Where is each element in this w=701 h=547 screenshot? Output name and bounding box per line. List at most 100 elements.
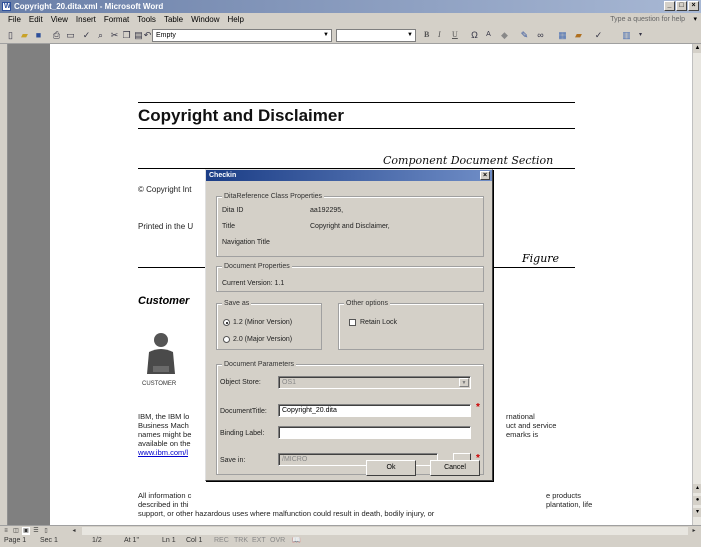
menu-tools[interactable]: Tools	[133, 13, 160, 27]
status-ovr[interactable]: OVR	[270, 535, 285, 547]
menu-window[interactable]: Window	[187, 13, 223, 27]
standard-toolbar: ▯ ▰ ■ ⎙ ▭ ✓ ⌕ ✂ ❐ ▤ ↶ Empty ▼ ▼ B I U Ω …	[0, 27, 701, 44]
print-icon[interactable]: ⎙	[50, 29, 63, 41]
outline-view-icon[interactable]: ☰	[32, 527, 40, 535]
help-search-box[interactable]: Type a question for help	[610, 13, 685, 27]
italic-button[interactable]: I	[438, 29, 441, 41]
chevron-down-icon: ▼	[323, 32, 329, 38]
figure-label: Figure	[522, 252, 560, 265]
minimize-button[interactable]: _	[664, 1, 675, 11]
select-browse-object-icon[interactable]: ●	[693, 496, 701, 505]
dita-id-label: Dita ID	[222, 207, 244, 214]
print-layout-icon[interactable]: ▣	[22, 527, 30, 535]
style-dropdown[interactable]: Empty ▼	[152, 29, 332, 42]
status-ext[interactable]: EXT	[252, 535, 266, 547]
retain-lock-label[interactable]: Retain Lock	[360, 318, 397, 327]
save-as-group: Save as 1.2 (Minor Version) 2.0 (Major V…	[216, 299, 322, 350]
binding-label-input[interactable]	[278, 426, 471, 439]
vertical-scrollbar[interactable]: ▲ ▴ ● ▾	[692, 44, 701, 525]
bold-button[interactable]: B	[424, 29, 429, 41]
major-version-radio[interactable]	[223, 336, 230, 343]
status-line: Ln 1	[162, 537, 176, 544]
dialog-close-icon[interactable]: ×	[480, 171, 490, 180]
binding-label-label: Binding Label:	[220, 430, 265, 437]
save-in-label: Save in:	[220, 457, 246, 464]
scroll-right-icon[interactable]: ▸	[690, 527, 698, 535]
document-parameters-legend: Document Parameters	[222, 360, 297, 369]
underline-button[interactable]: U	[452, 29, 458, 41]
dialog-title: Checkin	[209, 172, 237, 179]
checkin-dialog: Checkin × DitaReference Class Properties…	[205, 169, 493, 481]
status-section: Sec 1	[40, 537, 58, 544]
font-dropdown[interactable]: ▼	[336, 29, 416, 42]
menu-table[interactable]: Table	[160, 13, 187, 27]
new-document-icon[interactable]: ▯	[4, 29, 17, 41]
insert-link-icon[interactable]: ✎	[518, 29, 531, 41]
class-properties-group: DitaReference Class Properties Dita ID a…	[216, 192, 484, 257]
title-bottom-rule	[138, 128, 575, 129]
object-store-select[interactable]: OS1 ▼	[278, 376, 471, 389]
maximize-button[interactable]: □	[676, 1, 687, 11]
text-line: All information c	[138, 491, 192, 500]
highlight-icon[interactable]: ◆	[498, 29, 511, 41]
spelling-status-icon[interactable]: 📖	[292, 535, 301, 547]
normal-view-icon[interactable]: ≡	[2, 527, 10, 535]
title-top-rule	[138, 102, 575, 103]
menu-file[interactable]: File	[0, 13, 25, 27]
horizontal-scroll-track[interactable]	[82, 527, 688, 535]
spelling-icon[interactable]: ✓	[80, 29, 93, 41]
open-folder-icon[interactable]: ▰	[18, 29, 31, 41]
menu-view[interactable]: View	[47, 13, 72, 27]
reading-layout-icon[interactable]: ▯	[42, 527, 50, 535]
document-title-input[interactable]: Copyright_20.dita	[278, 404, 471, 417]
text-line: rnational	[506, 412, 535, 421]
status-rec[interactable]: REC	[214, 535, 229, 547]
columns-icon[interactable]: ▥	[620, 29, 633, 41]
status-trk[interactable]: TRK	[234, 535, 248, 547]
special-char-icon[interactable]: Ω	[468, 29, 481, 41]
retain-lock-checkbox[interactable]	[349, 319, 356, 326]
menu-insert[interactable]: Insert	[72, 13, 100, 27]
help-dropdown-icon[interactable]: ▾	[693, 13, 697, 27]
print-preview-icon[interactable]: ▭	[64, 29, 77, 41]
status-column: Col 1	[186, 537, 203, 544]
menu-help[interactable]: Help	[224, 13, 248, 27]
cancel-button[interactable]: Cancel	[430, 460, 480, 476]
required-marker: *	[476, 402, 480, 413]
link-icon[interactable]: ∞	[534, 29, 547, 41]
save-icon[interactable]: ■	[32, 29, 45, 41]
text-line: support, or other hazardous uses where m…	[138, 509, 435, 518]
scroll-up-icon[interactable]: ▲	[693, 44, 701, 53]
other-options-group: Other options Retain Lock	[338, 299, 484, 350]
major-version-label[interactable]: 2.0 (Major Version)	[233, 335, 292, 344]
menu-edit[interactable]: Edit	[25, 13, 47, 27]
research-icon[interactable]: ⌕	[94, 29, 107, 41]
toolbar-options-icon[interactable]: ▾	[634, 29, 647, 41]
table-icon[interactable]: ▦	[556, 29, 569, 41]
scroll-left-icon[interactable]: ◂	[70, 527, 78, 535]
scroll-down-page-icon[interactable]: ▾	[693, 508, 701, 517]
document-title: Copyright and Disclaimer	[138, 106, 344, 125]
document-title-value: Copyright_20.dita	[282, 407, 337, 414]
chevron-down-icon[interactable]: ▼	[459, 378, 469, 387]
style-value: Empty	[156, 32, 176, 39]
minor-version-label[interactable]: 1.2 (Minor Version)	[233, 318, 292, 327]
minor-version-radio[interactable]	[223, 319, 230, 326]
status-page: Page 1	[4, 537, 27, 544]
checkmark-icon[interactable]: ✓	[592, 29, 605, 41]
window-title: Copyright_20.dita.xml - Microsoft Word	[14, 2, 164, 11]
web-layout-icon[interactable]: ◫	[12, 527, 20, 535]
font-size-icon[interactable]: A	[482, 29, 495, 41]
customer-image-label: CUSTOMER	[142, 381, 177, 387]
ok-button[interactable]: Ok	[366, 460, 416, 476]
scroll-up-page-icon[interactable]: ▴	[693, 484, 701, 493]
menu-format[interactable]: Format	[100, 13, 133, 27]
close-window-button[interactable]: ×	[688, 1, 699, 11]
text-line: described in thi	[138, 500, 189, 509]
navigation-title-label: Navigation Title	[222, 239, 270, 246]
status-at: At 1"	[124, 537, 139, 544]
customer-heading: Customer	[138, 295, 190, 307]
folder-icon[interactable]: ▰	[572, 29, 585, 41]
object-store-label: Object Store:	[220, 379, 261, 386]
chevron-down-icon: ▼	[407, 32, 413, 38]
